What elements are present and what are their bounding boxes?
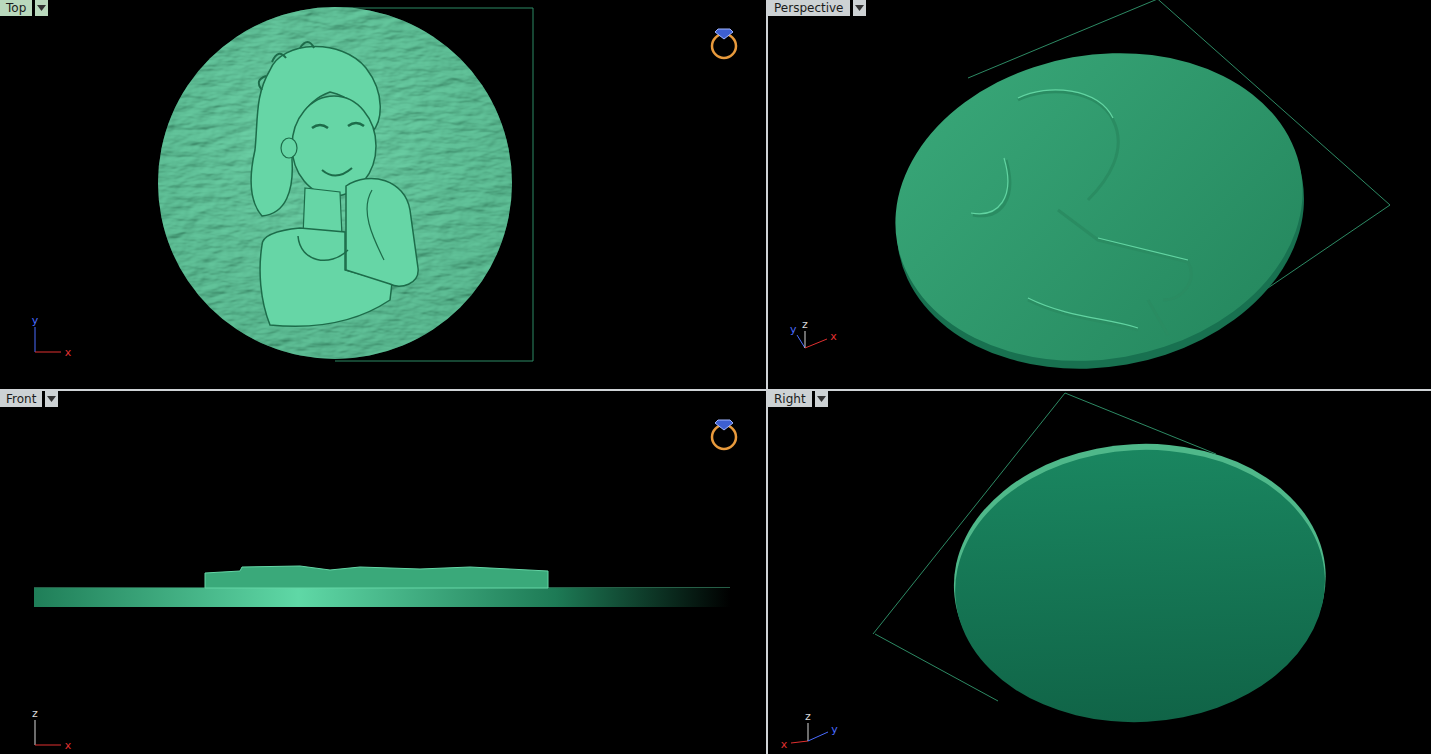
axis: x xyxy=(781,738,808,751)
viewport-menu-button[interactable] xyxy=(853,0,866,16)
top-viewport[interactable]: yxTop xyxy=(0,0,766,389)
svg-text:x: x xyxy=(830,330,837,343)
viewport-label-bar: Top xyxy=(0,0,48,16)
medallion-model[interactable] xyxy=(873,393,1333,732)
axis: x xyxy=(805,330,837,348)
medallion-model[interactable] xyxy=(34,566,730,607)
viewport-canvas[interactable]: yz x xyxy=(768,0,1431,389)
axis-indicator: yz x xyxy=(790,318,837,348)
dropdown-arrow-icon xyxy=(47,396,56,402)
viewport-canvas[interactable]: x z y xyxy=(768,391,1431,754)
medallion-model[interactable] xyxy=(158,7,533,361)
axis: x xyxy=(35,346,72,359)
axis: y xyxy=(808,723,838,741)
viewport-label-bar: Front xyxy=(0,391,58,407)
medallion-model[interactable] xyxy=(871,0,1390,389)
svg-text:x: x xyxy=(781,738,788,751)
svg-text:z: z xyxy=(32,707,38,720)
right-viewport[interactable]: x z y Right xyxy=(768,391,1431,754)
viewport-grid: yxTopyzxPerspectivezxFrontxzyRight xyxy=(0,0,1431,754)
axis: y xyxy=(32,314,39,352)
viewport-label[interactable]: Top xyxy=(0,0,32,16)
dropdown-arrow-icon xyxy=(37,5,46,11)
svg-text:z: z xyxy=(805,710,811,723)
viewport-label-bar: Perspective xyxy=(768,0,866,16)
axis: z xyxy=(32,707,38,745)
viewport-menu-button[interactable] xyxy=(35,0,48,16)
dropdown-arrow-icon xyxy=(817,396,826,402)
svg-text:x: x xyxy=(65,346,72,359)
viewport-canvas[interactable]: yx xyxy=(0,0,766,389)
viewport-canvas[interactable]: zx xyxy=(0,391,766,754)
axis-indicator: x z y xyxy=(781,710,838,751)
svg-text:y: y xyxy=(790,323,797,336)
axis-indicator: zx xyxy=(32,707,72,752)
svg-text:z: z xyxy=(802,318,808,331)
axis-indicator: yx xyxy=(32,314,72,359)
axis: z xyxy=(805,710,811,741)
viewport-label[interactable]: Front xyxy=(0,391,42,407)
svg-text:y: y xyxy=(831,723,838,736)
viewport-label[interactable]: Perspective xyxy=(768,0,850,16)
perspective-viewport[interactable]: yz x Perspective xyxy=(768,0,1431,389)
front-viewport[interactable]: zxFront xyxy=(0,391,766,754)
dropdown-arrow-icon xyxy=(855,5,864,11)
viewport-menu-button[interactable] xyxy=(45,391,58,407)
ring-icon[interactable] xyxy=(704,413,744,453)
viewport-label[interactable]: Right xyxy=(768,391,812,407)
axis: x xyxy=(35,739,72,752)
svg-text:x: x xyxy=(65,739,72,752)
viewport-label-bar: Right xyxy=(768,391,828,407)
svg-text:y: y xyxy=(32,314,39,327)
axis: z xyxy=(802,318,808,348)
viewport-menu-button[interactable] xyxy=(815,391,828,407)
ring-icon[interactable] xyxy=(704,22,744,62)
